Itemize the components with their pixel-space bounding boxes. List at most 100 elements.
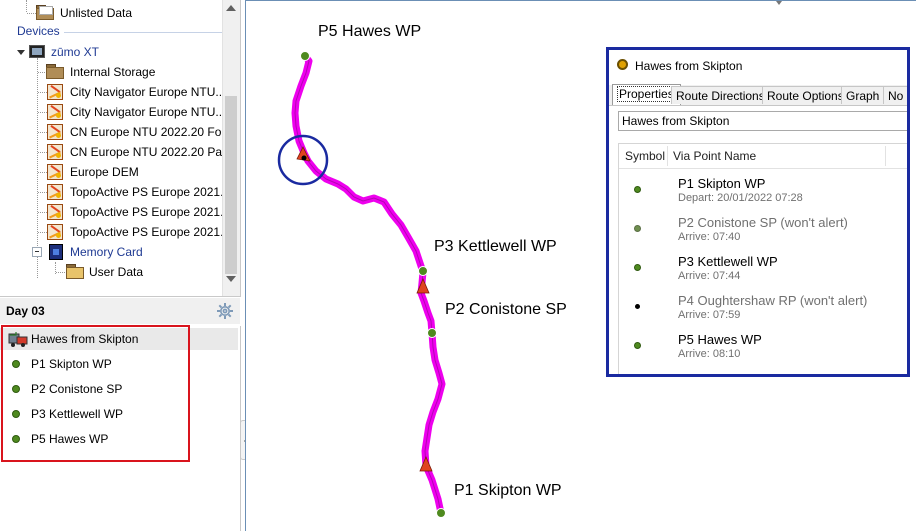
- tab-notes[interactable]: No: [883, 86, 907, 104]
- left-panel: Unlisted Data Devices zūmo XT Internal S…: [0, 0, 241, 531]
- window-title: Hawes from Skipton: [635, 59, 743, 73]
- table-row[interactable]: P4 Oughtershaw RP (won't alert) Arrive: …: [619, 289, 907, 328]
- tree-scrollbar[interactable]: [222, 0, 240, 296]
- waypoint-dot-icon: [634, 342, 641, 349]
- map-label-p3: P3 Kettlewell WP: [434, 238, 557, 255]
- map-scroll-nub: [776, 1, 782, 5]
- tree-item-map[interactable]: Europe DEM: [0, 162, 222, 182]
- waypoint-dot-icon: [634, 186, 641, 193]
- scroll-thumb[interactable]: [225, 96, 237, 274]
- map-label-p5: P5 Hawes WP: [318, 23, 422, 40]
- folder-icon: [36, 5, 54, 20]
- column-header-via-point-name[interactable]: Via Point Name: [673, 149, 756, 163]
- list-item-waypoint[interactable]: P5 Hawes WP: [0, 428, 238, 450]
- tree-item-label: City Navigator Europe NTU...: [70, 105, 226, 119]
- map-icon: [47, 104, 63, 120]
- via-point-time: Arrive: 08:10: [678, 348, 741, 360]
- scroll-up-arrow-icon[interactable]: [226, 5, 236, 11]
- tree-item-internal-storage[interactable]: Internal Storage: [0, 62, 222, 82]
- via-point-name: P1 Skipton WP: [678, 176, 766, 191]
- tree-item-label: zūmo XT: [51, 45, 100, 59]
- tree-item-memory-card[interactable]: Memory Card: [0, 242, 222, 262]
- tree-item-label: Unlisted Data: [60, 6, 133, 20]
- list-item-waypoint[interactable]: P2 Conistone SP: [0, 378, 238, 400]
- tree-item-label: Memory Card: [70, 245, 143, 259]
- route-name: Hawes from Skipton: [31, 332, 139, 346]
- table-row[interactable]: P5 Hawes WP Arrive: 08:10: [619, 328, 907, 367]
- collapse-icon[interactable]: [32, 247, 42, 257]
- route-line[interactable]: [291, 52, 446, 517]
- tree-item-label: TopoActive PS Europe 2021...: [70, 205, 231, 219]
- tab-route-options[interactable]: Route Options: [762, 86, 849, 104]
- route-item[interactable]: Hawes from Skipton: [0, 328, 238, 350]
- chevron-down-icon[interactable]: [17, 50, 25, 55]
- waypoint-label: P2 Conistone SP: [31, 382, 123, 396]
- waypoint-label: P3 Kettlewell WP: [31, 407, 124, 421]
- via-point-name: P5 Hawes WP: [678, 332, 762, 347]
- table-row[interactable]: P3 Kettlewell WP Arrive: 07:44: [619, 250, 907, 289]
- tree-item-user-data[interactable]: User Data: [0, 262, 222, 282]
- shaping-point-dot-icon: [635, 304, 640, 309]
- list-item-waypoint[interactable]: P3 Kettlewell WP: [0, 403, 238, 425]
- sd-card-icon: [49, 244, 63, 260]
- waypoint-marker[interactable]: [418, 266, 428, 276]
- via-point-name: P3 Kettlewell WP: [678, 254, 778, 269]
- scroll-down-arrow-icon[interactable]: [226, 276, 236, 282]
- tree-item-map[interactable]: CN Europe NTU 2022.20 Pa...: [0, 142, 232, 162]
- via-point-name: P2 Conistone SP (won't alert): [678, 215, 848, 230]
- via-point-time: Arrive: 07:59: [678, 309, 741, 321]
- tab-route-directions[interactable]: Route Directions: [671, 86, 770, 104]
- tree-item-map[interactable]: TopoActive PS Europe 2021...: [0, 202, 230, 222]
- via-point-time: Depart: 20/01/2022 07:28: [678, 192, 803, 204]
- waypoint-dot-icon: [12, 410, 20, 418]
- via-point-time: Arrive: 07:44: [678, 270, 741, 282]
- map-icon: [47, 204, 63, 220]
- waypoint-dot-icon: [634, 225, 641, 232]
- waypoint-dot-icon: [12, 360, 20, 368]
- table-row[interactable]: P2 Conistone SP (won't alert) Arrive: 07…: [619, 211, 907, 250]
- via-points-table: Symbol Via Point Name P1 Skipton WP Depa…: [618, 143, 907, 374]
- waypoint-marker[interactable]: [300, 51, 310, 61]
- tab-graph[interactable]: Graph: [841, 86, 885, 104]
- waypoint-label: P5 Hawes WP: [31, 432, 109, 446]
- list-item-waypoint[interactable]: P1 Skipton WP: [0, 353, 238, 375]
- tree-item-map[interactable]: City Navigator Europe NTU...: [0, 102, 226, 122]
- map-label-p1: P1 Skipton WP: [454, 482, 562, 499]
- table-header: Symbol Via Point Name: [619, 144, 907, 169]
- tab-bar: Properties Route Directions Route Option…: [609, 84, 907, 106]
- waypoint-dot-icon: [634, 264, 641, 271]
- tree-item-label: Internal Storage: [70, 65, 156, 79]
- folder-icon: [46, 64, 64, 79]
- map-icon: [47, 124, 63, 140]
- day-header: Day 03: [0, 298, 240, 324]
- section-divider: [64, 32, 224, 33]
- waypoint-marker[interactable]: [427, 328, 437, 338]
- tree-item-zumo-xt[interactable]: zūmo XT: [0, 42, 222, 62]
- column-header-symbol[interactable]: Symbol: [625, 149, 665, 163]
- window-titlebar[interactable]: Hawes from Skipton: [609, 50, 907, 80]
- tree-item-map[interactable]: TopoActive PS Europe 2021...: [0, 182, 230, 202]
- tree-item-map[interactable]: City Navigator Europe NTU...: [0, 82, 225, 102]
- direction-arrow-icon: [419, 455, 433, 472]
- gear-icon[interactable]: [216, 302, 234, 320]
- map-icon: [47, 224, 63, 240]
- tree-item-label: Europe DEM: [70, 165, 139, 179]
- waypoint-marker[interactable]: [436, 508, 446, 518]
- table-row[interactable]: P1 Skipton WP Depart: 20/01/2022 07:28: [619, 172, 907, 211]
- waypoint-dot-icon: [12, 435, 20, 443]
- map-icon: [47, 184, 63, 200]
- tree-item-map[interactable]: TopoActive PS Europe 2021...: [0, 222, 230, 242]
- tree-item-label: TopoActive PS Europe 2021...: [70, 225, 231, 239]
- route-properties-window: Hawes from Skipton Properties Route Dire…: [606, 47, 910, 377]
- tree-item-label: CN Europe NTU 2022.20 Pa...: [70, 145, 233, 159]
- route-icon: [617, 59, 628, 70]
- tree-item-map[interactable]: CN Europe NTU 2022.20 Fo...: [0, 122, 231, 142]
- via-point-time: Arrive: 07:40: [678, 231, 741, 243]
- tree-item-unlisted-data[interactable]: Unlisted Data: [0, 3, 222, 23]
- map-icon: [47, 84, 63, 100]
- via-point-name: P4 Oughtershaw RP (won't alert): [678, 293, 868, 308]
- route-name-input[interactable]: [618, 111, 907, 131]
- map-label-p2: P2 Conistone SP: [445, 301, 567, 318]
- map-icon: [47, 164, 63, 180]
- shaping-point-marker[interactable]: [301, 155, 307, 161]
